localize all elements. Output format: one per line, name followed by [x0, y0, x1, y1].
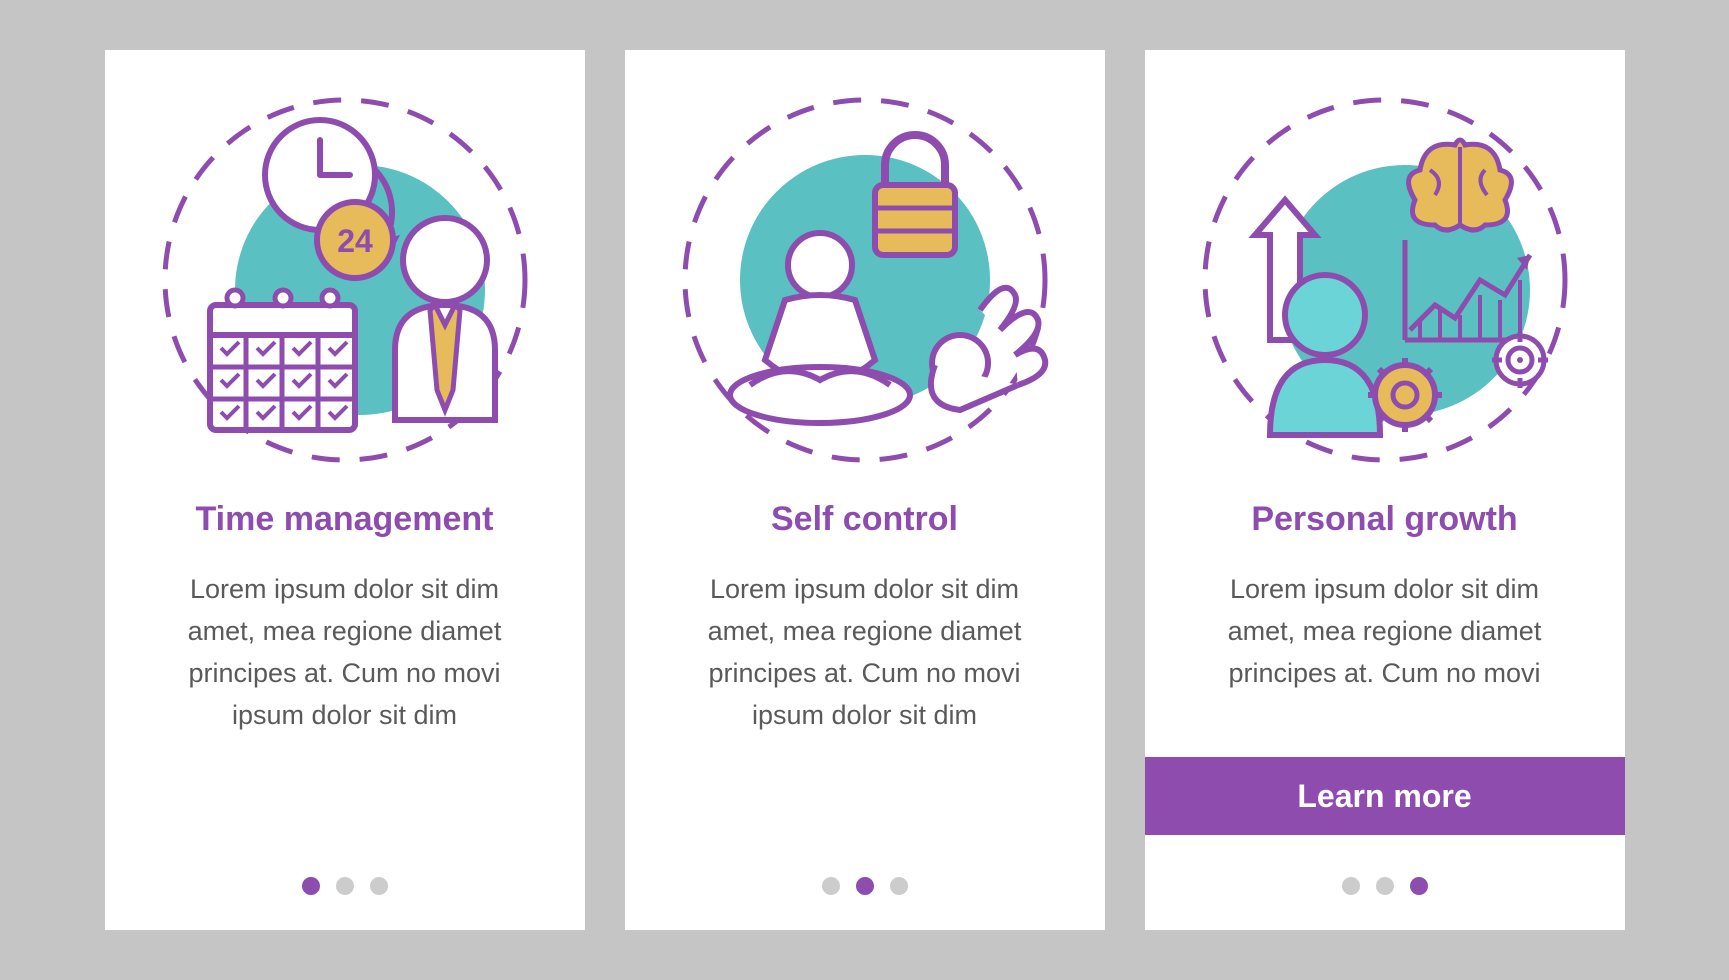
onboarding-card-1: 24 Time management Lorem ipsum dolor sit… — [105, 50, 585, 930]
self-control-icon — [675, 90, 1055, 470]
dot-2[interactable] — [336, 877, 354, 895]
dot-1[interactable] — [1342, 877, 1360, 895]
card-body: Lorem ipsum dolor sit dim amet, mea regi… — [1195, 569, 1575, 695]
onboarding-card-3: Personal growth Lorem ipsum dolor sit di… — [1145, 50, 1625, 930]
dot-2[interactable] — [856, 877, 874, 895]
dot-3[interactable] — [370, 877, 388, 895]
pagination-dots — [625, 877, 1105, 895]
card-body: Lorem ipsum dolor sit dim amet, mea regi… — [155, 569, 535, 736]
dot-1[interactable] — [822, 877, 840, 895]
personal-growth-icon — [1195, 90, 1575, 470]
card-body: Lorem ipsum dolor sit dim amet, mea regi… — [675, 569, 1055, 736]
dot-3[interactable] — [890, 877, 908, 895]
dot-3[interactable] — [1410, 877, 1428, 895]
card-title: Time management — [196, 500, 494, 539]
card-title: Personal growth — [1251, 500, 1517, 539]
pagination-dots — [1145, 877, 1625, 895]
dot-1[interactable] — [302, 877, 320, 895]
time-management-icon: 24 — [155, 90, 535, 470]
learn-more-button[interactable]: Learn more — [1145, 757, 1625, 835]
onboarding-card-2: Self control Lorem ipsum dolor sit dim a… — [625, 50, 1105, 930]
card-title: Self control — [771, 500, 958, 539]
dot-2[interactable] — [1376, 877, 1394, 895]
svg-text:24: 24 — [337, 223, 373, 259]
pagination-dots — [105, 877, 585, 895]
